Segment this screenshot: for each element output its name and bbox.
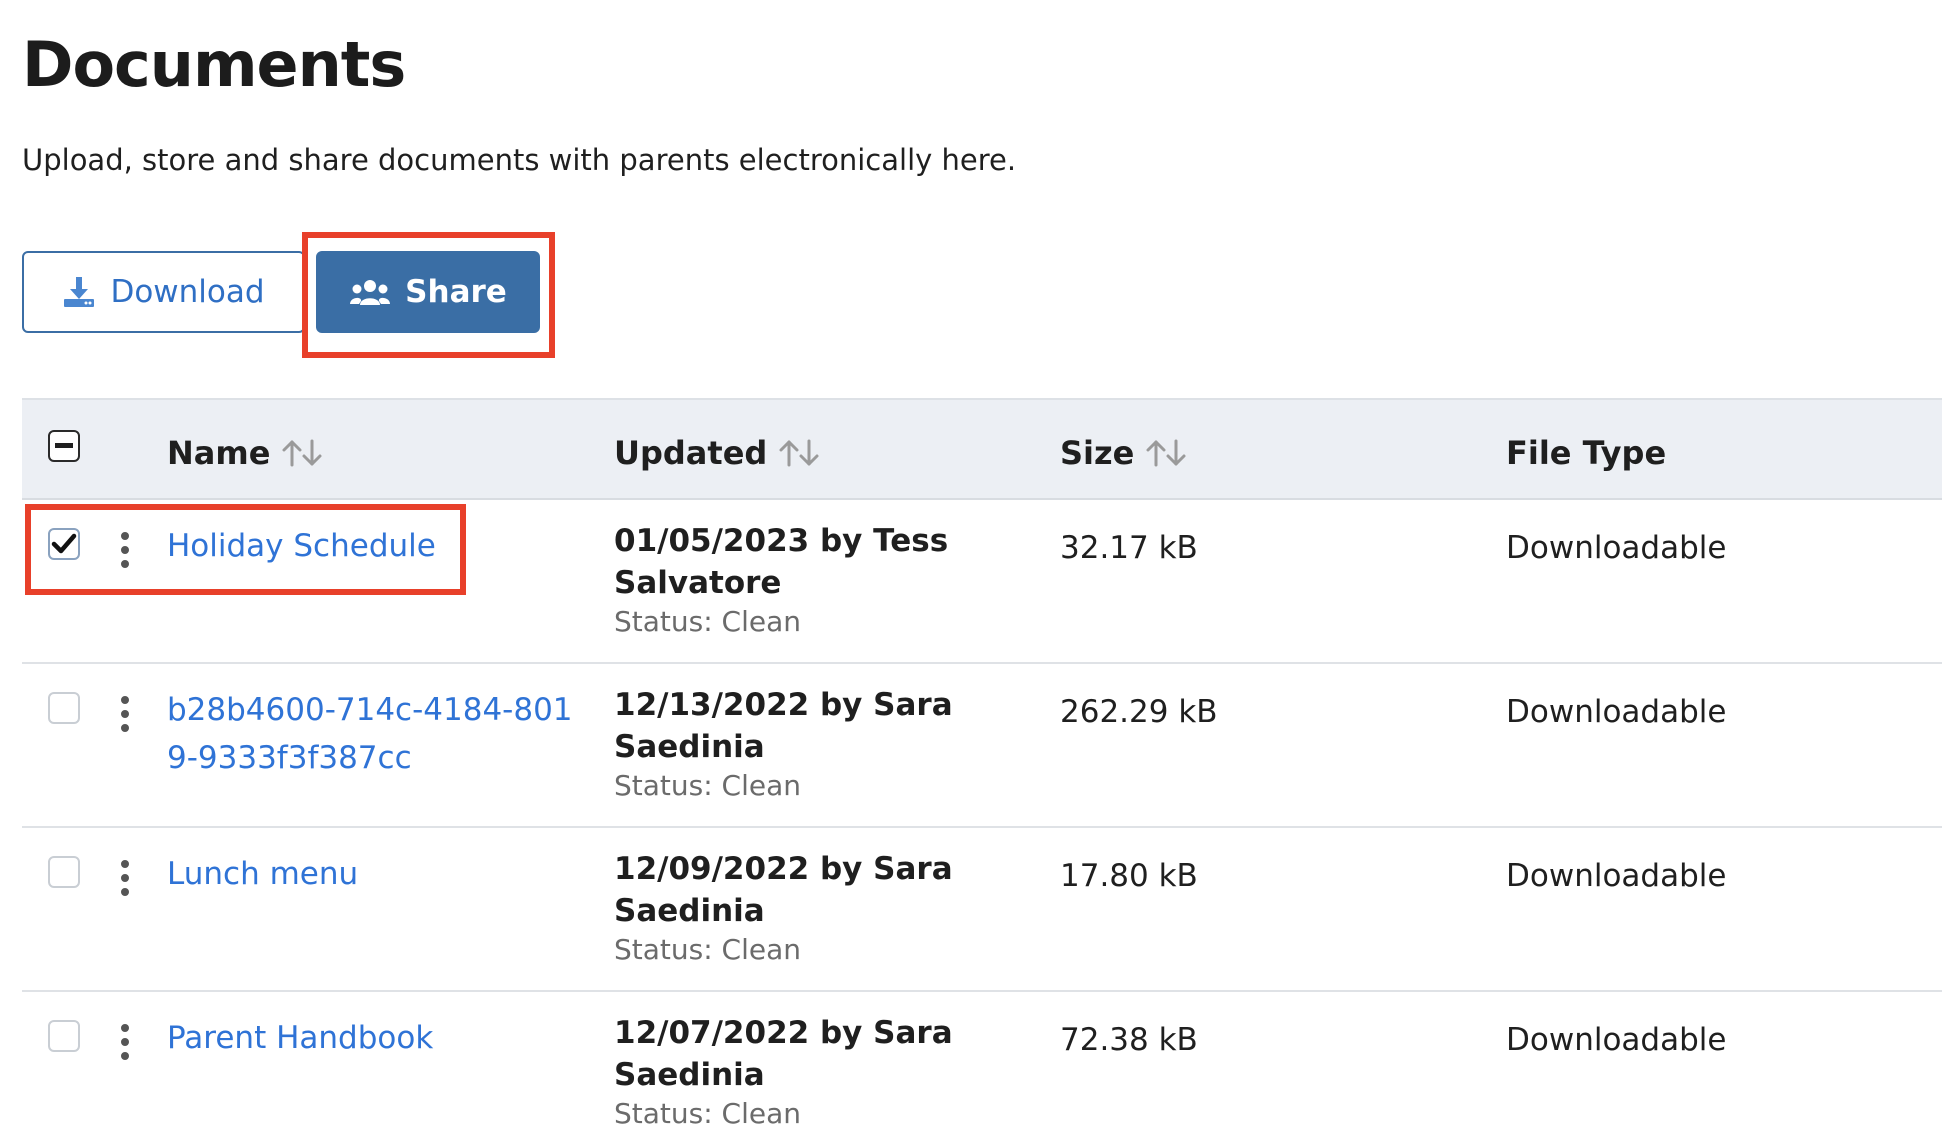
status-text: Status: Clean (614, 769, 802, 802)
column-header-updated[interactable]: Updated (614, 434, 821, 472)
download-icon (62, 275, 96, 309)
column-updated-label: Updated (614, 434, 768, 472)
share-button[interactable]: Share (316, 251, 540, 333)
download-label: Download (110, 274, 265, 310)
column-file-type-label: File Type (1506, 434, 1667, 472)
file-type-cell: Downloadable (1506, 1022, 1727, 1058)
size-cell: 262.29 kB (1060, 694, 1218, 730)
row-checkbox[interactable] (48, 1020, 80, 1052)
file-type-cell: Downloadable (1506, 530, 1727, 566)
table-row: Holiday Schedule 01/05/2023 by Tess Salv… (22, 500, 1942, 664)
updated-cell: 12/13/2022 by Sara Saedinia Status: Clea… (614, 684, 974, 804)
table-row: Parent Handbook 12/07/2022 by Sara Saedi… (22, 992, 1942, 1142)
updated-cell: 01/05/2023 by Tess Salvatore Status: Cle… (614, 520, 974, 640)
updated-cell: 12/07/2022 by Sara Saedinia Status: Clea… (614, 1012, 974, 1132)
table-header: Name Updated Size File Type (22, 398, 1942, 500)
updated-cell: 12/09/2022 by Sara Saedinia Status: Clea… (614, 848, 974, 968)
column-header-file-type: File Type (1506, 434, 1666, 472)
page-description: Upload, store and share documents with p… (22, 143, 1017, 177)
checkmark-icon (51, 533, 77, 554)
column-header-size[interactable]: Size (1060, 434, 1188, 472)
page-title: Documents (22, 28, 406, 101)
row-checkbox[interactable] (48, 528, 80, 560)
document-name-link[interactable]: Holiday Schedule (167, 522, 587, 570)
column-name-label: Name (167, 434, 271, 472)
kebab-menu-icon[interactable] (118, 1024, 132, 1060)
share-label: Share (405, 274, 507, 310)
document-name-link[interactable]: Lunch menu (167, 850, 587, 898)
size-cell: 72.38 kB (1060, 1022, 1198, 1058)
row-checkbox[interactable] (48, 692, 80, 724)
file-type-cell: Downloadable (1506, 694, 1727, 730)
sort-arrows-icon[interactable] (777, 438, 821, 468)
updated-by: 01/05/2023 by Tess Salvatore (614, 523, 949, 601)
kebab-menu-icon[interactable] (118, 860, 132, 896)
status-text: Status: Clean (614, 933, 802, 966)
document-name-link[interactable]: Parent Handbook (167, 1014, 587, 1062)
minus-icon (55, 443, 73, 448)
updated-by: 12/09/2022 by Sara Saedinia (614, 851, 953, 929)
column-header-name[interactable]: Name (167, 434, 324, 472)
status-text: Status: Clean (614, 605, 802, 638)
file-type-cell: Downloadable (1506, 858, 1727, 894)
status-text: Status: Clean (614, 1097, 802, 1130)
sort-arrows-icon[interactable] (280, 438, 324, 468)
users-icon (349, 277, 391, 307)
updated-by: 12/07/2022 by Sara Saedinia (614, 1015, 953, 1093)
table-row: b28b4600-714c-4184-8019-9333f3f387cc 12/… (22, 664, 1942, 828)
select-all-checkbox[interactable] (48, 430, 80, 462)
sort-arrows-icon[interactable] (1144, 438, 1188, 468)
document-name-link[interactable]: b28b4600-714c-4184-8019-9333f3f387cc (167, 686, 587, 782)
updated-by: 12/13/2022 by Sara Saedinia (614, 687, 953, 765)
size-cell: 32.17 kB (1060, 530, 1198, 566)
documents-table: Name Updated Size File Type Holiday Sche… (22, 398, 1942, 1142)
kebab-menu-icon[interactable] (118, 532, 132, 568)
kebab-menu-icon[interactable] (118, 696, 132, 732)
size-cell: 17.80 kB (1060, 858, 1198, 894)
row-checkbox[interactable] (48, 856, 80, 888)
column-size-label: Size (1060, 434, 1135, 472)
download-button[interactable]: Download (22, 251, 305, 333)
table-row: Lunch menu 12/09/2022 by Sara Saedinia S… (22, 828, 1942, 992)
